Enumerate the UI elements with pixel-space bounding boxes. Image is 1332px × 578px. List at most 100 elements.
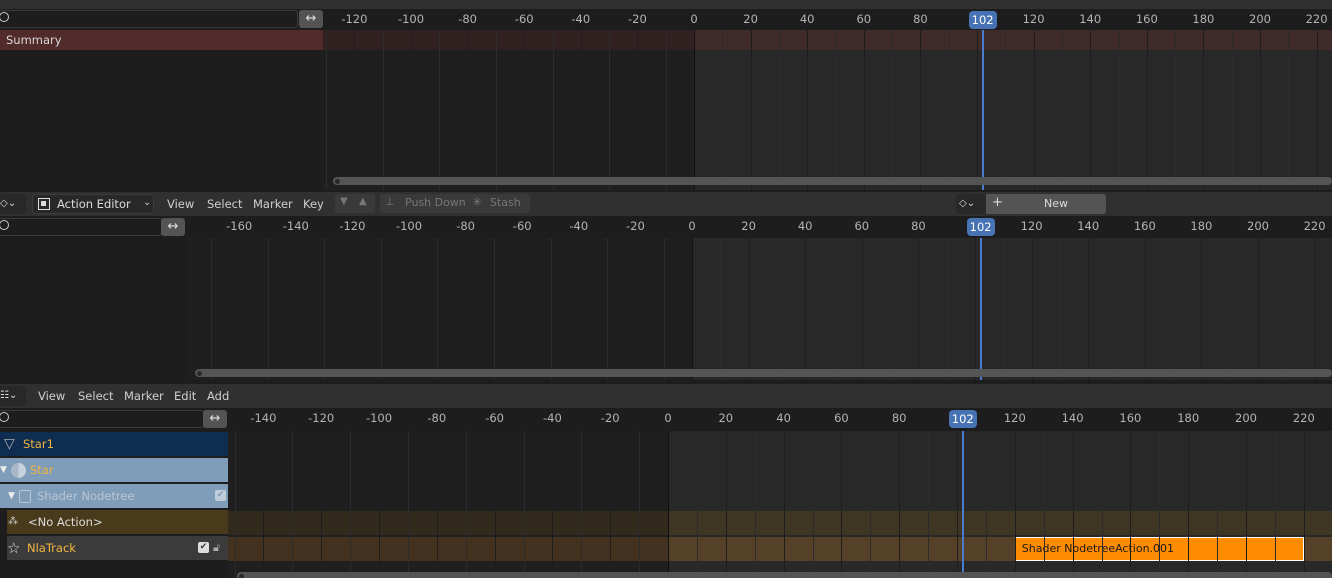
nla-frame-ruler[interactable]: -140 -120 -100 -80 -60 -40 -20 0 20 40 60 80 120 140 1… (228, 408, 1332, 431)
ruler-tick-label: 140 (1079, 12, 1102, 26)
action-timeline-area[interactable] (186, 238, 1332, 380)
checkbox-icon[interactable]: ✔ (215, 490, 226, 501)
stash-button[interactable]: ✳ Stash (470, 194, 530, 213)
swap-icon[interactable]: ↔ (161, 218, 185, 236)
swap-icon[interactable]: ↔ (299, 10, 323, 28)
grid-line (467, 30, 469, 190)
ruler-tick-label: -40 (569, 219, 589, 233)
grid-line (609, 30, 611, 190)
summary-channel[interactable]: Summary (0, 30, 323, 50)
nla-ruler-row: ↔ -140 -120 -100 -80 -60 -40 -20 0 20 40 60 80 120 14… (0, 408, 1332, 431)
menu-marker[interactable]: Marker (124, 385, 164, 407)
current-frame-indicator[interactable]: 102 (968, 11, 997, 29)
expand-icon[interactable]: ▼ (0, 458, 7, 482)
grid-line (295, 238, 297, 380)
grid-line (725, 431, 727, 578)
grid-line (783, 431, 785, 578)
horizontal-scrollbar[interactable] (237, 572, 1332, 578)
grid-line (776, 238, 778, 380)
push-down-icon: ⊥ (385, 195, 395, 208)
grid-line (409, 238, 410, 380)
swap-icon[interactable]: ↔ (203, 410, 227, 428)
action-editor-icon (38, 198, 50, 210)
ruler-tick-label: 20 (718, 411, 734, 425)
grid-line (833, 238, 835, 380)
channel-nodetree[interactable]: ▼ Shader Nodetree ✔ (0, 484, 228, 508)
top-timeline-area[interactable] (323, 30, 1332, 190)
grid-line (407, 431, 409, 578)
menu-select[interactable]: Select (78, 385, 113, 407)
horizontal-scrollbar[interactable] (333, 177, 1332, 185)
grid-line (439, 30, 441, 190)
grid-line (1043, 431, 1045, 578)
grid-line (1260, 30, 1261, 190)
grid-line (805, 238, 807, 380)
top-frame-ruler[interactable]: -120 -100 -80 -60 -40 -20 0 20 40 60 80 120 140 160 18… (323, 9, 1332, 30)
action-frame-ruler[interactable]: -160 -140 -120 -100 -80 -60 -40 -20 0 20 40 60 80 120… (186, 216, 1332, 238)
scrollbar-handle[interactable] (335, 179, 340, 184)
channel-action[interactable]: ⁂ <No Action> (7, 510, 228, 534)
layer-down-icon[interactable]: ▼ (340, 196, 348, 207)
mute-checkbox[interactable]: ✔ (198, 542, 209, 553)
current-frame-indicator[interactable]: 102 (966, 218, 995, 236)
menu-edit[interactable]: Edit (174, 385, 196, 407)
grid-line (552, 431, 554, 578)
horizontal-scrollbar[interactable] (195, 369, 1332, 377)
ruler-tick-label: -20 (625, 219, 645, 233)
layer-up-icon[interactable]: ▲ (359, 196, 367, 207)
menu-add[interactable]: Add (207, 385, 229, 407)
grid-line (321, 431, 323, 578)
expand-icon[interactable]: ▼ (8, 484, 15, 508)
grid-line (748, 238, 750, 380)
editor-type-dropdown[interactable]: ☷⌄ (0, 386, 26, 406)
ruler-tick-label: 220 (1303, 219, 1326, 233)
channel-label: NlaTrack (27, 541, 76, 555)
mode-dropdown[interactable]: Action Editor ⌄ (32, 194, 154, 214)
current-frame-indicator[interactable]: 102 (948, 410, 977, 428)
menu-view[interactable]: View (167, 193, 194, 215)
ruler-tick-label: 140 (1061, 411, 1084, 425)
scrollbar-handle[interactable] (239, 574, 244, 578)
editor-type-dropdown[interactable]: ◇⌄ (0, 194, 26, 214)
grid-line (750, 30, 752, 190)
grid-line (720, 238, 722, 380)
grid-line (580, 30, 582, 190)
scrollbar-handle[interactable] (197, 371, 202, 376)
nla-timeline-area[interactable]: Shader NodetreeAction.001 (228, 431, 1332, 578)
grid-line (835, 30, 837, 190)
menu-select[interactable]: Select (207, 193, 242, 215)
playhead-line[interactable] (979, 238, 982, 380)
grid-line (522, 238, 524, 380)
grid-line (263, 431, 265, 578)
ruler-tick-label: 180 (1192, 12, 1215, 26)
menu-view[interactable]: View (38, 385, 65, 407)
menu-marker[interactable]: Marker (253, 193, 293, 215)
channel-material[interactable]: ▼ Star (0, 458, 228, 482)
grid-line (607, 238, 609, 380)
push-down-label: Push Down (405, 196, 466, 209)
grid-line (870, 431, 872, 578)
channel-object[interactable]: ▽ Star1 (0, 432, 228, 456)
ruler-tick-label: 200 (1249, 12, 1271, 26)
lock-icon[interactable]: 🔓︎ (213, 536, 220, 560)
nla-channel-list: ▽ Star1 ▼ Star ▼ Shader Nodetree ✔ ⁂ <No… (0, 431, 228, 578)
grid-line (1175, 30, 1177, 190)
playhead-line[interactable] (981, 30, 984, 190)
pre-start-region (228, 431, 668, 578)
nla-search-input[interactable] (0, 410, 204, 428)
grid-line (812, 431, 814, 578)
ruler-tick-label: 20 (741, 219, 756, 233)
ruler-tick-label: 60 (834, 411, 849, 425)
menu-key[interactable]: Key (303, 193, 324, 215)
grid-line (1033, 30, 1035, 190)
grid-line (1229, 238, 1231, 380)
new-action-button[interactable]: + New (986, 194, 1106, 214)
action-browse-dropdown[interactable]: ◇⌄ (956, 194, 986, 214)
channel-nla-track[interactable]: ☆ NlaTrack ✔ 🔓︎ (7, 536, 228, 560)
action-search-input[interactable] (0, 218, 162, 236)
playhead-line[interactable] (961, 431, 964, 578)
top-search-input[interactable] (0, 10, 298, 28)
grid-line (946, 238, 948, 380)
push-down-button[interactable]: ⊥ Push Down (380, 194, 468, 213)
grid-line (1316, 30, 1318, 190)
